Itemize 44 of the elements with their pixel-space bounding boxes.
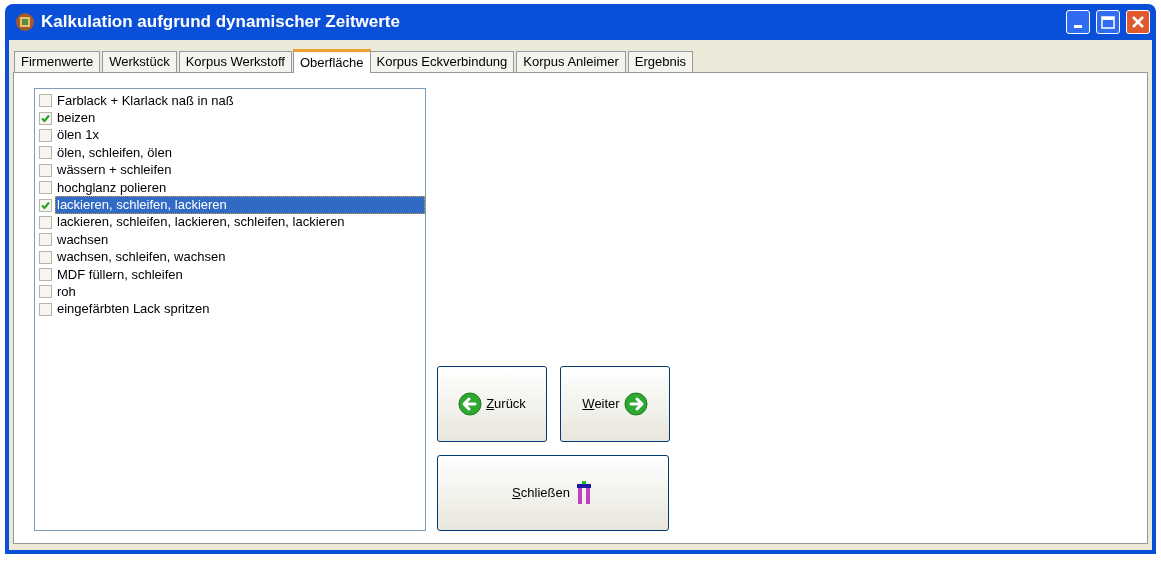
checkbox[interactable] — [39, 233, 52, 247]
list-item[interactable]: wachsen — [55, 230, 110, 249]
list-item[interactable]: beizen — [55, 109, 97, 128]
list-item[interactable]: ölen 1x — [55, 126, 100, 145]
next-button[interactable]: Weiter — [560, 366, 670, 442]
checkbox[interactable] — [39, 198, 52, 212]
checkbox[interactable] — [39, 146, 52, 160]
list-item[interactable]: eingefärbten Lack spritzen — [55, 300, 211, 319]
back-button[interactable]: Zurück — [437, 366, 547, 442]
checkbox[interactable] — [39, 128, 52, 142]
app-icon — [15, 12, 35, 32]
checkbox[interactable] — [39, 163, 52, 177]
tab[interactable]: Ergebnis — [627, 51, 694, 72]
close-dialog-button[interactable]: Schließen — [437, 455, 669, 531]
minimize-icon — [1074, 25, 1082, 28]
tab[interactable]: Korpus Anleimer — [516, 51, 626, 72]
checkbox[interactable] — [39, 268, 52, 282]
checkbox[interactable] — [39, 215, 52, 229]
list-item[interactable]: lackieren, schleifen, lackieren — [55, 196, 425, 215]
checkbox[interactable] — [39, 250, 52, 264]
maximize-icon — [1101, 15, 1115, 29]
minimize-button[interactable] — [1066, 10, 1090, 34]
tab[interactable]: Firmenwerte — [14, 51, 101, 72]
list-item[interactable]: wässern + schleifen — [55, 161, 173, 180]
list-item[interactable]: wachsen, schleifen, wachsen — [55, 248, 227, 267]
window-title: Kalkulation aufgrund dynamischer Zeitwerte — [41, 11, 401, 34]
checkbox[interactable] — [39, 181, 52, 195]
maximize-button[interactable] — [1096, 10, 1120, 34]
list-item[interactable]: lackieren, schleifen, lackieren, schleifen, lackieren — [55, 213, 346, 232]
list-item[interactable]: hochglanz polieren — [55, 178, 168, 197]
checkbox[interactable] — [39, 285, 52, 299]
tab[interactable]: Oberfläche — [292, 49, 371, 73]
close-button[interactable] — [1126, 10, 1150, 34]
list-item[interactable]: ölen, schleifen, ölen — [55, 143, 173, 162]
tab[interactable]: Korpus Eckverbindung — [369, 51, 515, 72]
tab[interactable]: Korpus Werkstoff — [178, 51, 292, 72]
tab[interactable]: Werkstück — [102, 51, 177, 72]
checkbox[interactable] — [39, 94, 52, 108]
list-item[interactable]: roh — [55, 283, 77, 301]
checkbox[interactable] — [39, 302, 52, 316]
list-item[interactable]: MDF füllern, schleifen — [55, 265, 184, 284]
checkbox[interactable] — [39, 111, 52, 125]
close-icon — [1131, 15, 1145, 29]
list-item[interactable]: Farblack + Klarlack naß in naß — [55, 91, 235, 110]
